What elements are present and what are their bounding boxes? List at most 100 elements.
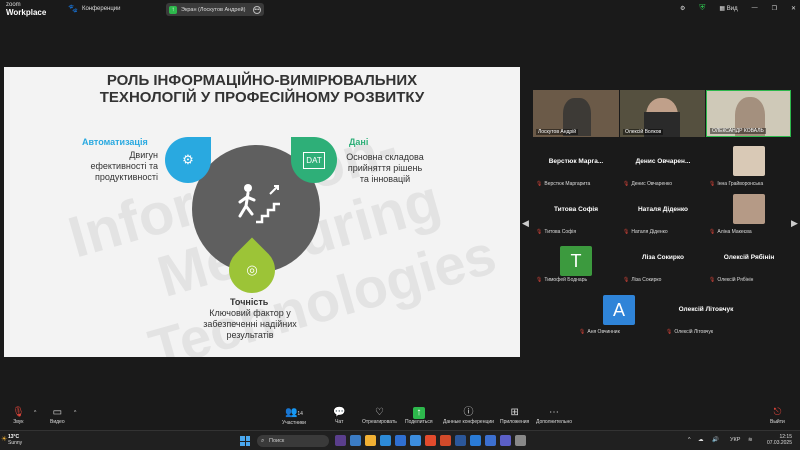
participant-display-name: Верстюк Маргa... [548,158,604,165]
video-tile-active-speaker[interactable]: ОЛЕКСАНДР КОВАЛЬ [706,90,791,137]
restore-icon[interactable]: ❐ [772,5,777,12]
zoom-taskbar-icon[interactable] [410,435,421,446]
participant-name: Інна Грайворонська [717,181,764,187]
target-lightbulb-icon: ◎ [246,262,258,277]
keyboard-language[interactable]: УКР [730,437,740,443]
mic-muted-icon: 🎙 [536,229,543,235]
participant-tile[interactable]: Олексій Рябінін 🎙 Олексій Рябінін [706,238,792,285]
weather-widget[interactable]: 13°C Sunny [8,434,22,446]
teams-icon[interactable] [500,435,511,446]
conference-data-label: Данные конференции [443,419,494,425]
shield-icon[interactable]: ⛨ [699,3,705,13]
participant-display-name: Денис Овчарен... [635,158,691,165]
conference-data-button[interactable]: ⓘ Данные конференции [443,407,494,425]
store-icon[interactable] [395,435,406,446]
slide-title-line1: РОЛЬ ІНФОРМАЦІЙНО-ВИМІРЮВАЛЬНИХ [106,72,418,89]
leave-button[interactable]: ⎋ Выйти [770,407,785,425]
participant-name: Олексій Літовчук [674,329,714,335]
react-button[interactable]: ♡ Отреагировать [362,407,397,425]
apps-label: Приложения [500,419,530,425]
file-explorer-icon[interactable] [365,435,376,446]
chat-icon: 💬 [333,407,346,418]
chat-button[interactable]: 💬 Чат [333,407,345,425]
windows-start-icon[interactable] [240,436,250,446]
more-options-icon[interactable]: ••• [253,5,261,14]
zoom-logo: zoom Workplace [6,1,46,17]
participants-icon: 👥14 [284,407,303,418]
logo-workplace: Workplace [6,8,47,17]
video-options-chevron-icon[interactable]: ^ [74,410,76,416]
powerpoint-icon[interactable] [440,435,451,446]
share-label: Экран (Лоскутов Андрей) [181,6,246,13]
video-tile[interactable]: Олексій Волков [620,90,705,137]
settings-icon[interactable]: ⚙ [680,5,685,12]
mic-muted-icon: 🎙 [623,277,630,283]
participant-tile[interactable]: Наталя Діденко 🎙 Наталя Діденко [620,190,706,237]
mic-muted-icon: 🎙 [709,277,716,283]
edge-icon[interactable] [380,435,391,446]
telegram-icon[interactable] [470,435,481,446]
app-icon[interactable] [350,435,361,446]
app-icon[interactable] [515,435,526,446]
participant-tile[interactable]: Ліза Сокирко 🎙 Ліза Сокирко [620,238,706,285]
participant-tile[interactable]: 🎙 Інна Грайворонська [706,142,792,189]
chat-label: Чат [335,419,344,425]
mic-muted-icon: 🎙 [623,229,630,235]
clock-date: 07.03.2025 [766,440,792,446]
react-label: Отреагировать [362,419,397,425]
tray-chevron-icon[interactable]: ^ [688,437,691,443]
close-icon[interactable]: ✕ [791,5,796,12]
participant-name: Ліза Сокирко [631,277,662,283]
more-button[interactable]: ⋯ Дополнительно [536,407,572,425]
participants-button[interactable]: 👥14 Участники [282,407,306,426]
avatar-letter: T [560,246,592,276]
task-view-icon[interactable] [335,435,346,446]
data-text: Основна складова прийняття рішень та інн… [346,152,424,184]
onedrive-icon[interactable]: ☁ [698,437,704,443]
robot-arm-icon: ⚙ [182,152,194,167]
conference-button[interactable]: 🐾 Конференции [68,4,121,13]
minimize-icon[interactable]: — [752,5,758,11]
shared-slide: Information- Measuring Technologies РОЛЬ… [4,67,520,357]
participant-tile[interactable]: T 🎙 Тимофей Боднарь [533,238,619,285]
participant-tile[interactable]: Денис Овчарен... 🎙 Денис Овчаренко [620,142,706,189]
participant-tile[interactable]: A 🎙 Аня Овчинник [576,290,662,337]
video-name: ОЛЕКСАНДР КОВАЛЬ [710,128,766,134]
view-button[interactable]: ▦ Вид [719,5,737,12]
participant-tile[interactable]: 🎙 Аліна Макеєва [706,190,792,237]
automation-heading: Автоматизація [82,137,148,147]
video-tile[interactable]: Лоскутов Андрій [533,90,619,137]
participant-tile[interactable]: Верстюк Маргa... 🎙 Верстюк Маргарита [533,142,619,189]
chrome-icon[interactable] [425,435,436,446]
system-clock[interactable]: 12:15 07.03.2025 [767,434,792,446]
slide-title: РОЛЬ ІНФОРМАЦІЙНО-ВИМІРЮВАЛЬНИХ ТЕХНОЛОГ… [4,72,520,106]
apps-button[interactable]: ⊞ Приложения [500,407,529,425]
audio-options-chevron-icon[interactable]: ^ [34,410,36,416]
speaker-icon[interactable]: 🔊 [712,437,719,443]
accuracy-heading: Точність [230,297,269,307]
more-label: Дополнительно [536,419,572,425]
accuracy-text: Ключовий фактор у забезпеченні надійних … [203,308,297,340]
taskbar-search[interactable]: ⌕ Поиск [257,435,329,447]
video-button[interactable]: ▭ Видео [50,407,65,425]
data-document-icon: DAT [291,137,337,183]
gallery-prev-icon[interactable]: ◀ [522,218,529,229]
wifi-icon[interactable]: ≋ [748,437,753,443]
participant-display-name: Олексій Літовчук [678,306,734,313]
screen-share-indicator[interactable]: ↑ Экран (Лоскутов Андрей) ••• [166,3,264,16]
participant-tile[interactable]: Олексій Літовчук 🎙 Олексій Літовчук [663,290,749,337]
sun-icon: ☀ [1,436,8,443]
mic-muted-icon: 🎙 [12,407,25,418]
participant-name: Тимофей Боднарь [544,277,588,283]
gallery-next-icon[interactable]: ▶ [791,218,798,229]
more-icon: ⋯ [549,407,559,418]
participant-tile[interactable]: Титова Софія 🎙 Титова Софія [533,190,619,237]
app-icon[interactable] [485,435,496,446]
word-icon[interactable] [455,435,466,446]
search-icon: ⌕ [261,438,265,444]
audio-button[interactable]: 🎙 Звук [12,407,25,425]
meeting-toolbar: 🎙 Звук ^ ▭ Видео ^ 👥14 Участники 💬 Чат ♡… [0,404,800,430]
mic-muted-icon: 🎙 [709,181,716,187]
share-button[interactable]: ↑ Поделиться [405,407,433,425]
participant-display-name: Наталя Діденко [637,206,689,213]
